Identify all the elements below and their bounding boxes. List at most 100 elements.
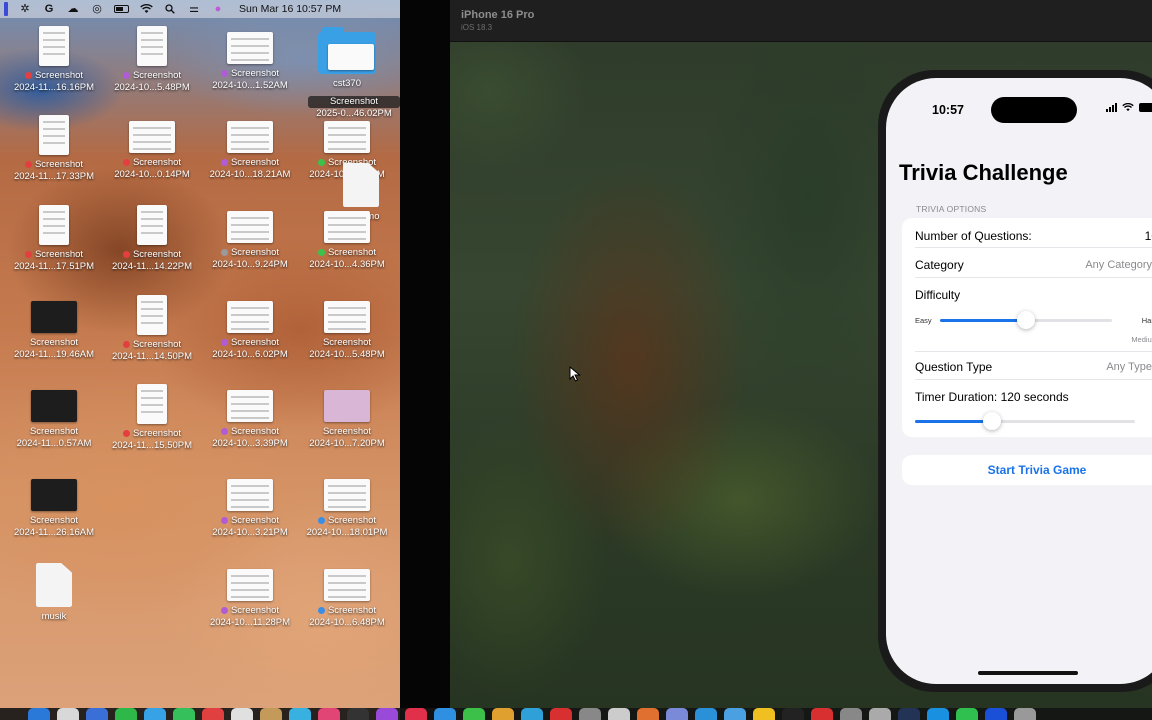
wifi-icon[interactable] [139,3,153,15]
dock-app-icon[interactable] [550,708,572,720]
desktop-file[interactable]: Screenshot 2024-11...0.57AM [4,384,104,450]
dock-app-icon[interactable] [231,708,253,720]
dock-app-icon[interactable] [1014,708,1036,720]
screenshot-thumbnail-icon [227,211,273,243]
dock-app-icon[interactable] [434,708,456,720]
thumbnail-line [43,128,65,130]
dock-app-icon[interactable] [173,708,195,720]
dock-app-icon[interactable] [28,708,50,720]
desktop-file[interactable]: Screenshot 2024-11...26.16AM [4,473,104,539]
dock-app-icon[interactable] [753,708,775,720]
desktop-file[interactable]: Screenshot 2024-10...18.01PM [297,473,397,539]
dock-app-icon[interactable] [521,708,543,720]
battery-icon[interactable] [114,5,129,13]
thumbnail-line [141,322,163,324]
desktop-file-label: Screenshot [200,605,300,617]
difficulty-slider[interactable] [940,311,1112,329]
dock-app-icon[interactable] [782,708,804,720]
desktop-file[interactable]: Screenshot 2024-10...11.28PM [200,563,300,629]
desktop-file[interactable]: Screenshot 2024-11...17.33PM [4,115,104,183]
dock-app-icon[interactable] [144,708,166,720]
cloud-icon[interactable]: ☁ [66,3,80,15]
color-tag-icon [317,516,325,524]
dock-app-icon[interactable] [260,708,282,720]
siri-icon[interactable]: ● [211,3,225,15]
screenshot-thumbnail-icon [129,121,175,153]
thumbnail-line [141,411,163,413]
category-picker[interactable]: Any Category [1085,259,1152,271]
grammarly-icon[interactable]: G [42,3,56,15]
desktop-file[interactable]: Screenshot 2024-10...3.21PM [200,473,300,539]
desktop-file[interactable]: Screenshot 2024-10...3.39PM [200,384,300,450]
desktop-file[interactable]: Screenshot 2024-10...18.21AM [200,115,300,181]
desktop-file[interactable]: Screenshot 2024-10...7.20PM [297,384,397,450]
desktop-file[interactable]: Screenshot 2024-10...9.24PM [200,205,300,271]
thumbnail-line [328,499,366,501]
desktop-file[interactable]: Screenshot 2024-10...5.48PM [297,295,397,361]
desktop-file[interactable]: Screenshot 2024-11...14.50PM [102,295,202,363]
desktop-file-label: Screenshot [297,247,397,259]
desktop-file[interactable]: Screenshot 2024-10...0.14PM [102,115,202,181]
dock-app-icon[interactable] [57,708,79,720]
desktop-icon-grid: Screenshot 2024-11...16.16PM Screenshot 202… [0,18,400,708]
gear-icon[interactable]: ✲ [18,3,32,15]
dock-app-icon[interactable] [840,708,862,720]
dock-app-icon[interactable] [289,708,311,720]
dock-app-icon[interactable] [115,708,137,720]
desktop-file-label: musik [4,611,104,623]
desktop-file-label: Screenshot [102,339,202,351]
cellular-signal-icon [1106,103,1117,112]
thumbnail-line [231,217,269,219]
dock-app-icon[interactable] [666,708,688,720]
menu-bar-clock[interactable]: Sun Mar 16 10:57 PM [239,3,341,15]
dock-app-icon[interactable] [202,708,224,720]
dock-app-icon[interactable] [318,708,340,720]
file-name-line2: 2024-10...7.20PM [309,438,385,449]
difficulty-slider-thumb[interactable] [1017,311,1035,329]
dock-app-icon[interactable] [492,708,514,720]
dock-app-icon[interactable] [376,708,398,720]
home-indicator[interactable] [978,671,1078,675]
control-center-icon[interactable]: ⚌ [187,3,201,15]
start-trivia-button[interactable]: Start Trivia Game [902,455,1152,485]
desktop-file[interactable]: Screenshot 2024-10...1.52AM [200,26,300,92]
timer-slider[interactable] [915,412,1135,430]
num-questions-value[interactable]: 10 [1145,229,1152,243]
dock-app-icon[interactable] [579,708,601,720]
dock-app-icon[interactable] [956,708,978,720]
difficulty-value-label: Medium [1131,335,1152,344]
file-name-line1: Screenshot [29,337,79,348]
desktop-file[interactable]: Screenshot 2024-10...6.48PM [297,563,397,629]
desktop-file[interactable]: Screenshot 2024-11...16.16PM [4,26,104,94]
desktop-file[interactable]: Screenshot 2024-11...19.46AM [4,295,104,361]
dock-app-icon[interactable] [985,708,1007,720]
dock-app-icon[interactable] [898,708,920,720]
dock-app-icon[interactable] [347,708,369,720]
file-name-line2: 2024-10...5.48PM [114,82,190,93]
dock-app-icon[interactable] [405,708,427,720]
search-icon[interactable] [163,3,177,15]
desktop-folder[interactable]: cst370 [297,26,397,90]
dock-app-icon[interactable] [637,708,659,720]
dock-app-icon[interactable] [811,708,833,720]
question-type-picker[interactable]: Any Type [1106,361,1152,373]
thumbnail-line [141,232,163,234]
desktop-file[interactable]: Screenshot 2024-11...15.50PM [102,384,202,452]
desktop-file[interactable]: Screenshot 2024-11...14.22PM [102,205,202,273]
timer-slider-thumb[interactable] [983,412,1001,430]
desktop-file[interactable]: Screenshot 2024-11...17.51PM [4,205,104,273]
dock-app-icon[interactable] [608,708,630,720]
dock-app-icon[interactable] [724,708,746,720]
desktop-file[interactable]: Screenshot 2024-10...6.02PM [200,295,300,361]
dock-app-icon[interactable] [695,708,717,720]
desktop-file[interactable]: musik [4,563,104,623]
airdrop-icon[interactable]: ◎ [90,3,104,15]
dock-app-icon[interactable] [86,708,108,720]
desktop-file[interactable]: Screenshot 2024-10...4.36PM [297,205,397,271]
thumbnail-line [328,134,366,136]
screenshot-thumbnail-icon [137,26,167,66]
desktop-file[interactable]: Screenshot 2024-10...5.48PM [102,26,202,94]
dock-app-icon[interactable] [869,708,891,720]
dock-app-icon[interactable] [927,708,949,720]
dock-app-icon[interactable] [463,708,485,720]
